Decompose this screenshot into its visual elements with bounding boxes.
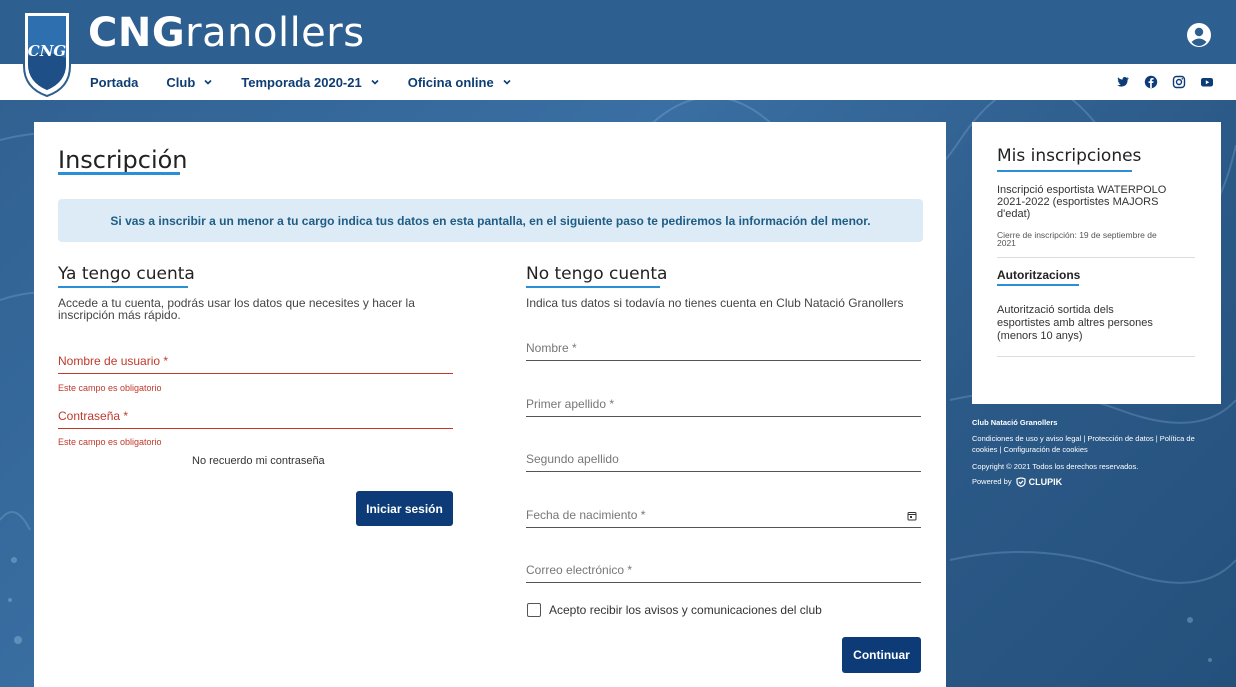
footer-powered-by[interactable]: Powered by CLUPIK [972, 477, 1062, 487]
chevron-down-icon [204, 79, 212, 85]
birth-date-field[interactable]: Fecha de nacimiento * [526, 504, 921, 528]
chevron-down-icon [503, 79, 511, 85]
password-field[interactable]: Contraseña * [58, 405, 453, 429]
title-underline [58, 172, 180, 175]
username-label: Nombre de usuario * [58, 354, 169, 368]
forgot-password-link[interactable]: No recuerdo mi contraseña [192, 455, 325, 467]
birth-date-label: Fecha de nacimiento * [526, 508, 646, 522]
footer-legal-links-line1[interactable]: Condiciones de uso y aviso legal | Prote… [972, 434, 1195, 444]
register-title-underline [526, 286, 660, 288]
user-account-icon[interactable] [1186, 22, 1212, 48]
main-nav: Portada Club Temporada 2020-21 Oficina o… [90, 64, 540, 100]
sidebar-divider [997, 356, 1195, 357]
inscription-deadline-line1: Cierre de inscripción: 19 de septiembre … [997, 230, 1157, 240]
clupik-brand: CLUPIK [1028, 477, 1063, 487]
first-name-field[interactable]: Nombre * [526, 337, 921, 361]
password-label: Contraseña * [58, 409, 129, 423]
footer-club-name: Club Natació Granollers [972, 418, 1058, 427]
footer-copyright: Copyright © 2021 Todos los derechos rese… [972, 462, 1139, 471]
login-title-underline [58, 286, 188, 288]
brand-title: CNGranollers [88, 10, 365, 56]
second-surname-label: Segundo apellido [526, 452, 619, 466]
authorization-item-line3: (menors 10 anys) [997, 330, 1083, 342]
youtube-icon[interactable] [1200, 75, 1214, 89]
sidebar-title: Mis inscripciones [997, 146, 1142, 166]
chevron-down-icon [371, 79, 379, 85]
first-surname-label: Primer apellido * [526, 397, 615, 411]
authorizations-underline [997, 284, 1079, 286]
sidebar-title-underline [997, 170, 1132, 172]
nav-item-temporada[interactable]: Temporada 2020-21 [241, 75, 379, 90]
register-description: Indica tus datos si todavía no tienes cu… [526, 296, 904, 310]
info-banner: Si vas a inscribir a un menor a tu cargo… [58, 199, 923, 242]
nav-item-club[interactable]: Club [166, 75, 213, 90]
username-field[interactable]: Nombre de usuario * [58, 350, 453, 374]
nav-item-oficina-online[interactable]: Oficina online [408, 75, 512, 90]
login-description-line2: inscripción más rápido. [58, 308, 181, 322]
first-name-label: Nombre * [526, 341, 577, 355]
footer-legal-links-line2[interactable]: cookies | Configuración de cookies [972, 445, 1088, 455]
clupik-logo-icon [1016, 477, 1026, 487]
consent-checkbox[interactable] [527, 603, 541, 617]
register-section-title: No tengo cuenta [526, 264, 668, 284]
logo-text: CNG [28, 42, 67, 60]
first-surname-field[interactable]: Primer apellido * [526, 393, 921, 417]
continue-button[interactable]: Continuar [842, 637, 921, 673]
authorizations-heading: Autoritzacions [997, 268, 1081, 282]
inscription-card: Inscripción Si vas a inscribir a un meno… [34, 122, 946, 687]
authorization-item-line1: Autorització sortida dels [997, 304, 1114, 316]
authorization-item-line2: esportistes amb altres persones [997, 317, 1153, 329]
login-button[interactable]: Iniciar sesión [356, 491, 453, 526]
inscription-item-line1: Inscripció esportista WATERPOLO [997, 184, 1167, 196]
password-error: Este campo es obligatorio [58, 437, 162, 447]
inscription-item-line2: 2021-2022 (esportistes MAJORS [997, 196, 1159, 208]
inscription-item-line3: d'edat) [997, 208, 1031, 220]
facebook-icon[interactable] [1144, 75, 1158, 89]
inscription-deadline-line2: 2021 [997, 238, 1016, 248]
second-surname-field[interactable]: Segundo apellido [526, 448, 921, 472]
page-title: Inscripción [58, 146, 188, 174]
consent-label[interactable]: Acepto recibir los avisos y comunicacion… [549, 603, 822, 617]
login-section-title: Ya tengo cuenta [58, 264, 195, 284]
powered-by-label: Powered by [972, 477, 1012, 486]
nav-item-portada[interactable]: Portada [90, 75, 138, 90]
club-logo[interactable]: CNG [22, 10, 72, 98]
email-label: Correo electrónico * [526, 563, 633, 577]
social-links [1116, 75, 1214, 89]
calendar-icon[interactable] [907, 511, 917, 521]
sidebar-divider [997, 257, 1195, 258]
instagram-icon[interactable] [1172, 75, 1186, 89]
twitter-icon[interactable] [1116, 75, 1130, 89]
username-error: Este campo es obligatorio [58, 383, 162, 393]
my-inscriptions-panel: Mis inscripciones Inscripció esportista … [972, 122, 1221, 404]
email-field[interactable]: Correo electrónico * [526, 559, 921, 583]
